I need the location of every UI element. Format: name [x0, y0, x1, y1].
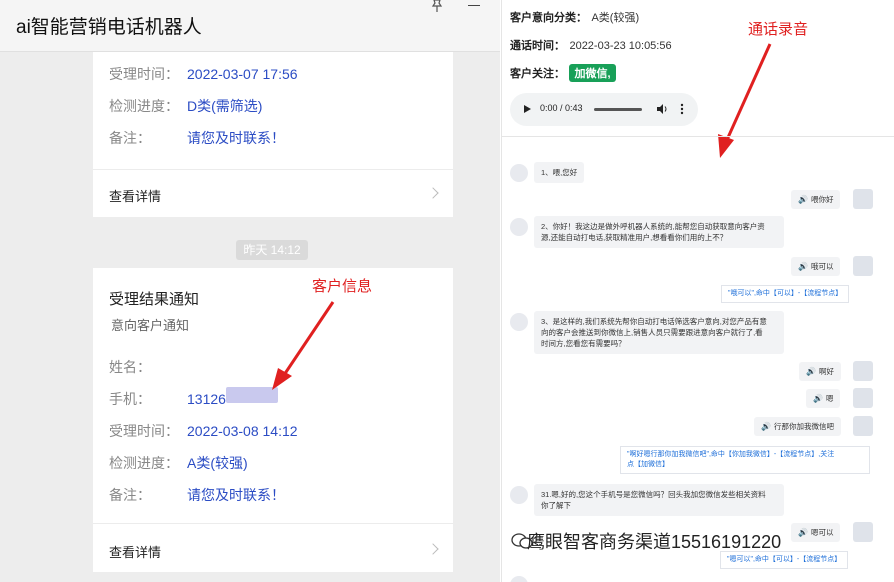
- remark-row: 备注： 请您及时联系！: [109, 128, 285, 148]
- field-label: 受理时间：: [109, 423, 179, 439]
- minimize-icon[interactable]: [468, 5, 480, 6]
- play-icon[interactable]: [524, 105, 531, 113]
- user-avatar: [853, 361, 873, 381]
- field-label: 检测进度：: [109, 455, 179, 471]
- call-time-label: 通话时间：: [510, 40, 565, 52]
- chat-header: ai智能营销电话机器人: [0, 0, 500, 52]
- audio-time: 0:00 / 0:43: [540, 103, 583, 113]
- intent-row: 客户意向分类： A类(较强): [510, 8, 639, 26]
- accept-time-row: 受理时间： 2022-03-08 14:12: [109, 421, 298, 441]
- progress-row: 检测进度： D类(需筛选): [109, 96, 262, 116]
- field-label: 检测进度：: [109, 98, 179, 114]
- user-avatar: [853, 522, 873, 542]
- focus-tag: 加微信,: [569, 64, 616, 82]
- audio-player[interactable]: 0:00 / 0:43: [510, 93, 698, 126]
- phone-row: 手机： 13126: [109, 389, 226, 409]
- annotation-label: 通话录音: [748, 21, 809, 38]
- card-title: 受理结果通知: [109, 291, 200, 308]
- node-hit-label: "啊好嗯行那你加我微信吧",命中【你加我微信】-【流程节点】,关注 点【加微信】: [620, 446, 870, 474]
- card-divider: [93, 169, 453, 170]
- field-value: 2022-03-07 17:56: [187, 66, 298, 82]
- user-avatar: [853, 416, 873, 436]
- focus-row: 客户关注： 加微信,: [510, 64, 616, 82]
- red-arrow-icon: [718, 43, 772, 158]
- chevron-right-icon[interactable]: [427, 187, 439, 199]
- phone-icon: [510, 486, 528, 504]
- audio-seek-bar[interactable]: [594, 108, 642, 111]
- customer-message[interactable]: 🔊 啊好: [799, 362, 841, 381]
- speaker-icon[interactable]: 🔊: [798, 528, 808, 537]
- field-value: A类(较强): [187, 455, 248, 471]
- phone-icon: [510, 576, 528, 582]
- volume-icon[interactable]: [656, 103, 668, 115]
- phone-icon: [510, 218, 528, 236]
- card-divider: [93, 523, 453, 524]
- robot-message: 1、喂,您好: [534, 162, 585, 183]
- user-avatar: [853, 189, 873, 209]
- card-subtitle: 意向客户通知: [111, 318, 190, 333]
- wechat-chat-panel: ai智能营销电话机器人 受理时间： 2022-03-07 17:56 检测进度： D…: [0, 0, 500, 582]
- robot-message: 3、是这样的,我们系统先帮你自动打电话筛选客户意向,对您产品有意 向的客户会推送到…: [534, 311, 784, 354]
- field-value: 13126: [187, 391, 226, 407]
- field-label: 手机：: [109, 391, 151, 407]
- intent-label: 客户意向分类：: [510, 12, 587, 24]
- customer-message[interactable]: 🔊 行那你加我微信吧: [754, 417, 841, 436]
- name-row: 姓名：: [109, 357, 187, 377]
- red-arrow-icon: [272, 301, 335, 390]
- call-time-value: 2022-03-23 10:05:56: [569, 40, 672, 52]
- progress-row: 检测进度： A类(较强): [109, 453, 248, 473]
- field-value: D类(需筛选): [187, 98, 263, 114]
- field-label: 受理时间：: [109, 66, 179, 82]
- annotation-label: 客户信息: [312, 278, 373, 295]
- customer-message[interactable]: 🔊 嗯: [806, 389, 841, 408]
- node-hit-label: "哦可以",命中【可以】-【流程节点】: [721, 285, 850, 303]
- field-value: 请您及时联系！: [187, 130, 285, 146]
- field-label: 备注：: [109, 130, 151, 146]
- user-avatar: [853, 256, 873, 276]
- speaker-icon[interactable]: 🔊: [798, 195, 808, 204]
- accept-time-row: 受理时间： 2022-03-07 17:56: [109, 64, 298, 84]
- more-options-icon[interactable]: [680, 103, 684, 115]
- speaker-icon[interactable]: 🔊: [798, 262, 808, 271]
- watermark-text: 鹰眼智客商务渠道15516191220: [527, 532, 782, 552]
- phone-icon: [510, 313, 528, 331]
- robot-message: 2、你好！我这边是做外呼机器人系统的,能帮您自动获取意向客户资 源,还能自动打电话…: [534, 216, 784, 248]
- speaker-icon[interactable]: 🔊: [813, 394, 823, 403]
- phone-icon: [510, 164, 528, 182]
- section-divider: [502, 136, 894, 137]
- speaker-icon[interactable]: 🔊: [761, 422, 771, 431]
- chat-title: ai智能营销电话机器人: [16, 17, 202, 38]
- remark-row: 备注： 请您及时联系！: [109, 485, 285, 505]
- chevron-right-icon[interactable]: [427, 543, 439, 555]
- focus-label: 客户关注：: [510, 68, 565, 80]
- user-avatar: [853, 388, 873, 408]
- screenshot-root: ai智能营销电话机器人 受理时间： 2022-03-07 17:56 检测进度： D…: [0, 0, 894, 582]
- intent-value: A类(较强): [591, 12, 640, 24]
- robot-message: 31.嗯,好的,您这个手机号是您微信吗？回头我加您微信发些相关资料 你了解下: [534, 484, 784, 516]
- customer-message[interactable]: 🔊 嗯可以: [791, 523, 841, 542]
- pin-icon[interactable]: [430, 0, 444, 12]
- customer-message[interactable]: 🔊 喂你好: [791, 190, 841, 209]
- call-record-panel: 客户意向分类： A类(较强) 通话时间： 2022-03-23 10:05:56…: [501, 0, 894, 582]
- speaker-icon[interactable]: 🔊: [806, 367, 816, 376]
- time-separator: 昨天 14:12: [236, 240, 308, 260]
- notification-card: 受理时间： 2022-03-07 17:56 检测进度： D类(需筛选) 备注： 请您…: [93, 52, 453, 217]
- field-value: 2022-03-08 14:12: [187, 423, 298, 439]
- field-label: 姓名：: [109, 359, 151, 375]
- customer-message[interactable]: 🔊 哦可以: [791, 257, 841, 276]
- field-label: 备注：: [109, 487, 151, 503]
- view-details-link[interactable]: 查看详情: [109, 186, 161, 205]
- call-time-row: 通话时间： 2022-03-23 10:05:56: [510, 36, 672, 54]
- field-value: 请您及时联系！: [187, 487, 285, 503]
- view-details-link[interactable]: 查看详情: [109, 542, 161, 561]
